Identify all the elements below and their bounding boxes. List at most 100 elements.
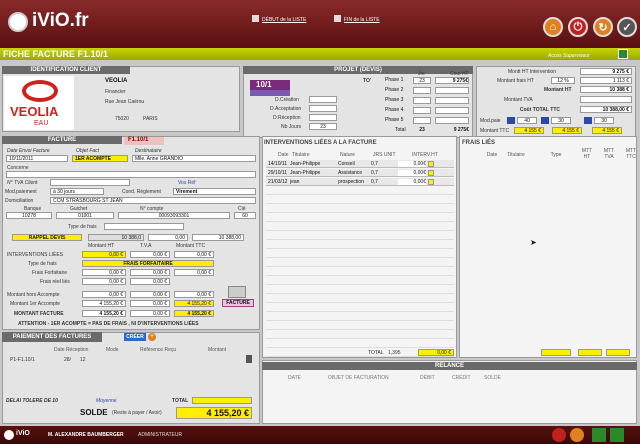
- relance-columns: DATE OBJET DE FACTURATION DÉBIT CRÉDIT SOLDE: [280, 375, 520, 382]
- phase-cout[interactable]: [435, 97, 469, 104]
- footer-user: M. ALEXANDRE BAUMBERGER: [48, 432, 124, 438]
- frais-pct-field[interactable]: 12 %: [551, 77, 575, 84]
- first-icon[interactable]: [252, 15, 259, 22]
- footer-check2-icon[interactable]: [610, 428, 624, 442]
- phase-cout[interactable]: 9 275€: [435, 77, 469, 84]
- frais-col-header: MTT TTC: [625, 148, 637, 160]
- footer-refresh-icon[interactable]: [570, 428, 584, 442]
- tva-client-field[interactable]: [50, 179, 130, 186]
- payment-ref: P1-F1.10/1: [10, 357, 35, 363]
- total-label: TOTAL: [172, 398, 189, 404]
- phase-jrs[interactable]: 23: [413, 77, 431, 84]
- mp2-icon[interactable]: [541, 117, 549, 124]
- phase-cout[interactable]: [435, 87, 469, 94]
- table-row[interactable]: 14/10/11 Jean-Philippe Conseil 0,7 0,00€: [266, 160, 454, 168]
- ff-ht: 0,00 €: [82, 269, 126, 276]
- frais-forfaitaire-select[interactable]: FRAIS FORFAITAIRE: [82, 260, 214, 267]
- nbjours-field[interactable]: 23: [309, 123, 337, 130]
- mp3-field[interactable]: 30: [594, 117, 614, 124]
- payment-header: PAIEMENT DES FACTURES: [2, 332, 102, 342]
- il-tva: 0,00 €: [130, 251, 170, 258]
- reception-field[interactable]: [309, 114, 337, 121]
- mht-amount: 10 388 €: [580, 86, 632, 93]
- m1a-ht: 4 155,20 €: [82, 300, 126, 307]
- moyenne-label: Moyenne: [96, 398, 117, 404]
- phase-cout[interactable]: [435, 107, 469, 114]
- mha-label: Montant hors Accompte: [7, 292, 60, 298]
- power-icon[interactable]: ⏻: [568, 17, 588, 37]
- date-label: Date Envoi Facture: [7, 148, 50, 154]
- payment-col-header: Référence Reçu: [140, 347, 177, 353]
- phase-label: Phase 1: [385, 77, 404, 83]
- relance-col-header: DÉBIT: [420, 375, 435, 381]
- refresh-icon[interactable]: ↻: [593, 17, 613, 37]
- rappel-ttc: 10 388,00: [192, 234, 244, 241]
- concerne-field[interactable]: [6, 171, 256, 178]
- checkbox[interactable]: [428, 179, 434, 185]
- phase-jrs[interactable]: [413, 97, 431, 104]
- banque-field[interactable]: 10278: [6, 212, 52, 219]
- frl-label: Frais réel liés: [40, 279, 70, 285]
- mp1-icon[interactable]: [507, 117, 515, 124]
- table-row[interactable]: 29/10/11 Jean-Philippe Assistance 0,7 0,00€: [266, 169, 454, 177]
- first-record-link[interactable]: DÉBUT de la LISTE: [262, 17, 306, 23]
- checkbox[interactable]: [428, 170, 434, 176]
- recipient-field[interactable]: Mlle. Anne GRANDIO: [132, 155, 256, 162]
- phase-jrs[interactable]: [413, 87, 431, 94]
- typefrais-field[interactable]: [104, 223, 184, 230]
- cle-field[interactable]: 60: [234, 212, 256, 219]
- print-invoice-button[interactable]: FACTURE: [222, 299, 254, 307]
- phase-jrs[interactable]: [413, 117, 431, 124]
- interv-total-amount: 0,00 €: [418, 349, 454, 356]
- mp2-field[interactable]: 30: [551, 117, 571, 124]
- ff-label: Frais Forfaitaire: [32, 270, 68, 276]
- printer-icon[interactable]: [228, 286, 246, 298]
- check-icon[interactable]: [618, 49, 628, 59]
- cond-field[interactable]: Virement: [173, 188, 256, 195]
- checkbox[interactable]: [428, 161, 434, 167]
- creation-field[interactable]: [309, 96, 337, 103]
- frais-header: FRAIS LIÉS: [462, 140, 496, 146]
- mp3-icon[interactable]: [584, 117, 592, 124]
- invoice-date-field[interactable]: 10/11/2011: [6, 155, 68, 162]
- interventions-header: INTERVENTIONS LIÉES A LA FACTURE: [264, 140, 377, 146]
- home-icon[interactable]: ⌂: [543, 17, 563, 37]
- table-cell: Assistance: [338, 170, 363, 176]
- footer-check-icon[interactable]: [592, 428, 606, 442]
- table-row-empty: [266, 214, 454, 222]
- phase-cout[interactable]: [435, 117, 469, 124]
- relance-col-header: CRÉDIT: [452, 375, 471, 381]
- delai-label: DELAI TOLERE DE 10: [6, 398, 58, 404]
- frais-columns: Date Titulaire Type MTT HT MTT TVA MTT TTC: [466, 148, 636, 162]
- invoice-object-field[interactable]: 1ER ACOMPTE: [72, 155, 128, 162]
- last-icon[interactable]: [334, 15, 341, 22]
- mp1-field[interactable]: 40: [517, 117, 537, 124]
- guichet-field[interactable]: 01001: [56, 212, 114, 219]
- delete-icon[interactable]: [246, 355, 252, 363]
- relance-header: RELANCE: [262, 362, 637, 370]
- relance-col-header: OBJET DE FACTURATION: [328, 375, 389, 381]
- footer-power-icon[interactable]: [552, 428, 566, 442]
- table-row-empty: [266, 232, 454, 240]
- table-row[interactable]: 21/03/12 jean prospection 0,7 0,00€: [266, 178, 454, 186]
- acceptation-field[interactable]: [309, 105, 337, 112]
- client-header: IDENTIFICATION CLIENT: [2, 66, 130, 74]
- create-payment-button[interactable]: CRÉER: [124, 333, 146, 341]
- mf-ht: 4 155,20 €: [82, 310, 126, 317]
- add-icon[interactable]: +: [148, 333, 156, 341]
- modpaie-field[interactable]: à 30 jours: [50, 188, 104, 195]
- table-cell: 0,7: [371, 161, 378, 167]
- validate-icon[interactable]: ✓: [617, 17, 637, 37]
- total-cost-label: Coût TOTAL TTC: [520, 107, 560, 113]
- m1a-tva: 0,00 €: [130, 300, 170, 307]
- table-cell: Jean-Philippe: [290, 170, 321, 176]
- phase-jrs[interactable]: [413, 107, 431, 114]
- table-cell: Conseil: [338, 161, 355, 167]
- last-record-link[interactable]: FIN de la LISTE: [344, 17, 380, 23]
- compte-field[interactable]: 00093093301: [118, 212, 230, 219]
- invoice-number: F1.10/1: [124, 137, 164, 145]
- domi-field[interactable]: CCM STRASBOURG ST JEAN: [50, 197, 256, 204]
- nbjours-label: Nb Jours: [281, 124, 302, 130]
- frl-ht: 0,00 €: [82, 278, 126, 285]
- table-row-empty: [266, 187, 454, 195]
